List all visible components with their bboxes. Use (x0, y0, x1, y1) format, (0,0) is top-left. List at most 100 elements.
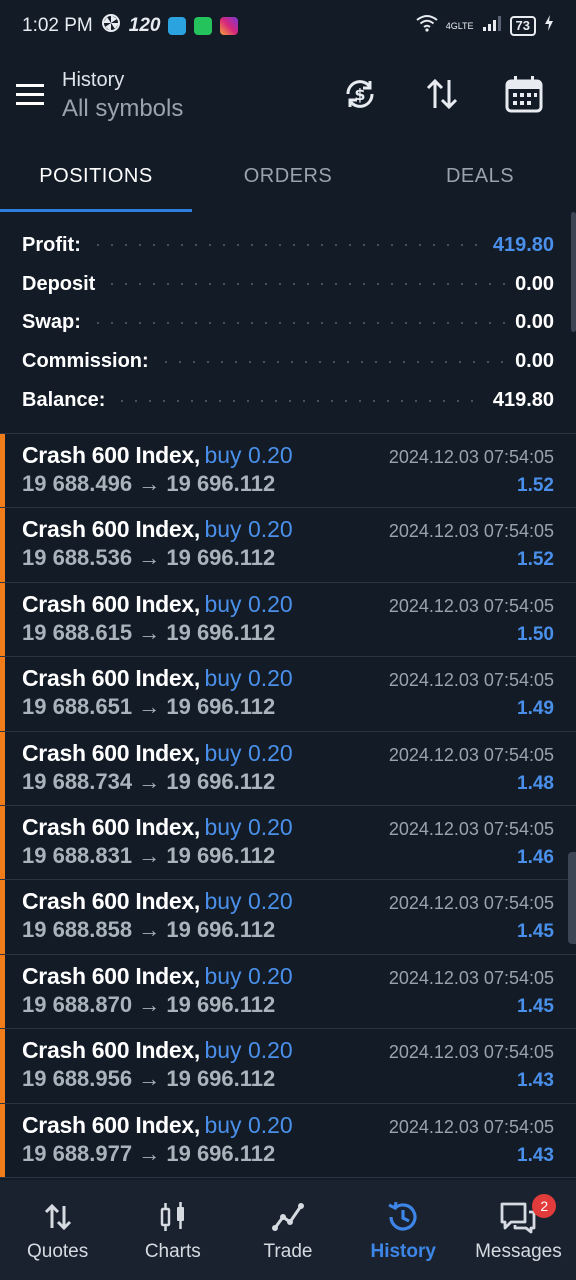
deal-profit: 1.49 (517, 698, 554, 720)
summary-value: 419.80 (492, 389, 554, 412)
notification-badge: 2 (532, 1194, 557, 1218)
deal-row[interactable]: Crash 600 Index, buy 0.20 2024.12.03 07:… (0, 880, 576, 955)
deal-side: buy 0.20 (204, 665, 293, 692)
deal-list: Crash 600 Index, buy 0.20 2024.12.03 07:… (0, 434, 576, 1180)
nav-trade[interactable]: Trade (230, 1180, 345, 1280)
deal-row[interactable]: Crash 600 Index, buy 0.20 2024.12.03 07:… (0, 1103, 576, 1178)
nav-messages[interactable]: Messages 2 (461, 1180, 576, 1280)
deal-time: 2024.12.03 07:54:05 (388, 447, 554, 467)
quotes-icon (38, 1197, 78, 1237)
nav-label: Quotes (26, 1241, 89, 1262)
deal-side: buy 0.20 (204, 813, 293, 840)
pinwheel-icon (101, 13, 121, 39)
calendar-icon (505, 75, 543, 118)
title-block[interactable]: History All symbols (62, 67, 330, 125)
arrow-icon: → (138, 917, 161, 943)
deal-close-price: 19 696.112 (166, 1140, 276, 1166)
deal-row[interactable]: Crash 600 Index, buy 0.20 2024.12.03 07:… (0, 1029, 576, 1104)
deal-side: buy 0.20 (204, 739, 293, 766)
deal-row[interactable]: Crash 600 Index, buy 0.20 2024.12.03 07:… (0, 582, 576, 658)
deal-close-price: 19 696.112 (166, 694, 276, 720)
deal-row[interactable]: Crash 600 Index, buy 0.20 2024.12.03 07:… (0, 508, 576, 583)
deal-row[interactable]: Crash 600 Index, buy 0.20 2024.12.03 07:… (0, 731, 576, 806)
deal-profit: 1.52 (517, 549, 554, 571)
deal-close-price: 19 696.112 (166, 545, 276, 571)
summary-value: 419.80 (492, 233, 554, 256)
deal-row[interactable]: Crash 600 Index, buy 0.20 2024.12.03 07:… (0, 805, 576, 881)
summary-label: Swap: (22, 311, 81, 334)
deal-open-price: 19 688.858 (22, 917, 133, 943)
arrow-icon: → (138, 768, 161, 794)
summary-value: 0.00 (515, 350, 554, 373)
deal-symbol: Crash 600 Index, (22, 516, 201, 543)
summary-row-balance: Balance: 419.80 (22, 381, 554, 420)
dotted-leader (90, 244, 483, 247)
deal-symbol: Crash 600 Index, (22, 590, 201, 617)
deal-symbol: Crash 600 Index, (22, 1111, 201, 1138)
arrow-icon: → (138, 1140, 161, 1166)
menu-icon (16, 82, 46, 111)
deal-row[interactable]: Crash 600 Index, buy 0.20 2024.12.03 07:… (0, 434, 576, 509)
deal-close-price: 19 696.112 (166, 917, 276, 943)
deal-close-price: 19 696.112 (166, 1066, 276, 1092)
deal-profit: 1.52 (517, 475, 554, 496)
summary-label: Deposit (22, 272, 96, 295)
deal-side: buy 0.20 (204, 962, 293, 989)
summary-value: 0.00 (515, 272, 554, 295)
deal-time: 2024.12.03 07:54:05 (388, 967, 554, 988)
calendar-button[interactable] (494, 66, 554, 126)
deal-close-price: 19 696.112 (166, 471, 276, 496)
tab-positions[interactable]: POSITIONS (0, 140, 192, 212)
nav-label: Trade (263, 1241, 313, 1262)
currency-sync-button[interactable]: $ (330, 66, 390, 126)
arrow-icon: → (138, 842, 161, 868)
app-header: History All symbols $ (0, 52, 576, 140)
charts-icon (153, 1197, 193, 1237)
nav-quotes[interactable]: Quotes (0, 1180, 115, 1280)
deal-open-price: 19 688.977 (22, 1140, 133, 1166)
arrow-icon: → (138, 619, 161, 645)
deal-time: 2024.12.03 07:54:05 (388, 595, 554, 616)
dotted-leader (105, 283, 506, 286)
deal-profit: 1.43 (517, 1070, 554, 1092)
nav-history[interactable]: History (346, 1180, 461, 1280)
summary-label: Balance: (22, 389, 106, 412)
status-bar: 1:02 PM 120 4GLTE 73 (0, 0, 576, 52)
whatsapp-icon (194, 17, 213, 35)
sort-icon (424, 76, 460, 117)
summary-value: 0.00 (515, 311, 554, 334)
signal-icon (482, 14, 502, 38)
scrollbar[interactable] (571, 212, 576, 332)
tab-deals[interactable]: DEALS (384, 140, 576, 212)
wifi-icon (416, 14, 438, 38)
deal-profit: 1.50 (517, 623, 554, 645)
deal-side: buy 0.20 (204, 516, 293, 543)
menu-button[interactable] (0, 61, 62, 131)
side-panel-handle[interactable] (568, 852, 576, 944)
charging-icon (544, 15, 554, 37)
deal-row[interactable]: Crash 600 Index, buy 0.20 2024.12.03 07:… (0, 657, 576, 732)
deal-time: 2024.12.03 07:54:05 (388, 818, 554, 839)
symbol-filter: All symbols (62, 95, 184, 122)
arrow-icon: → (138, 1066, 161, 1092)
nav-charts[interactable]: Charts (115, 1180, 230, 1280)
arrow-icon: → (138, 545, 161, 571)
deal-symbol: Crash 600 Index, (22, 813, 201, 840)
deal-time: 2024.12.03 07:54:05 (388, 744, 554, 765)
currency-sync-icon: $ (342, 76, 378, 117)
dotted-leader (115, 399, 483, 402)
dotted-leader (90, 321, 506, 324)
deal-time: 2024.12.03 07:54:05 (388, 1042, 554, 1063)
deal-profit: 1.45 (517, 921, 554, 943)
tab-orders[interactable]: ORDERS (192, 140, 384, 212)
deal-open-price: 19 688.615 (22, 619, 133, 645)
dotted-leader (158, 360, 506, 363)
summary-row-commission: Commission: 0.00 (22, 342, 554, 381)
deal-open-price: 19 688.651 (22, 694, 133, 720)
deal-time: 2024.12.03 07:54:05 (388, 1116, 554, 1137)
deal-open-price: 19 688.496 (22, 471, 133, 496)
sort-button[interactable] (412, 66, 472, 126)
deal-symbol: Crash 600 Index, (22, 665, 201, 692)
deal-row[interactable]: Crash 600 Index, buy 0.20 2024.12.03 07:… (0, 954, 576, 1030)
nav-label: Messages (475, 1241, 562, 1262)
